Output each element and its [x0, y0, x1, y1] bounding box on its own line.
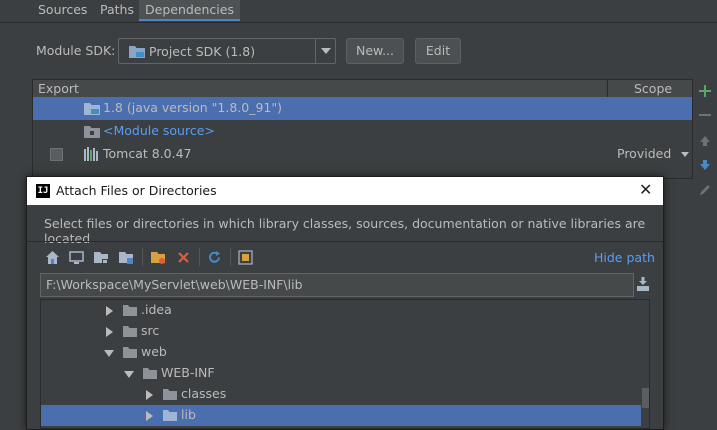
table-row[interactable]: 1.8 (java version "1.8.0_91") [33, 97, 692, 120]
folder-icon [123, 347, 137, 358]
move-up-icon[interactable] [698, 134, 712, 148]
module-sdk-value: Project SDK (1.8) [149, 44, 256, 59]
dependency-label: 1.8 (java version "1.8.0_91") [103, 100, 282, 115]
table-header: Export Scope [33, 80, 692, 98]
toolbar-separator [230, 248, 231, 266]
export-checkbox[interactable] [50, 148, 63, 161]
collapse-arrow-icon[interactable] [124, 371, 134, 378]
dialog-title-bar: IJ Attach Files or Directories ✕ [27, 177, 663, 205]
scope-value[interactable]: Provided [617, 143, 671, 165]
close-icon[interactable]: ✕ [639, 182, 652, 198]
edit-icon[interactable] [698, 183, 712, 197]
scrollbar-thumb[interactable] [642, 388, 649, 408]
collapse-arrow-icon[interactable] [104, 350, 114, 357]
expand-arrow-icon[interactable] [106, 306, 113, 316]
tree-node[interactable]: web [41, 342, 641, 363]
table-row[interactable]: Tomcat 8.0.47 Provided [33, 143, 692, 166]
column-divider [607, 80, 608, 97]
dependency-label: Tomcat 8.0.47 [103, 146, 192, 161]
home-icon[interactable] [45, 250, 60, 265]
chevron-down-icon[interactable] [681, 152, 689, 157]
tree-node-label: classes [181, 386, 227, 401]
tab-paths[interactable]: Paths [94, 0, 140, 21]
tab-bar: Sources Paths Dependencies [0, 0, 717, 23]
intellij-logo-icon: IJ [36, 184, 50, 198]
module-sdk-label: Module SDK: [36, 43, 116, 58]
tree-node[interactable]: .idea [41, 300, 641, 321]
expand-arrow-icon[interactable] [106, 327, 113, 337]
expand-arrow-icon[interactable] [146, 390, 153, 400]
tree-node[interactable]: WEB-INF [41, 363, 641, 384]
tree-scrollbar[interactable] [641, 300, 649, 428]
tab-dependencies[interactable]: Dependencies [139, 0, 240, 21]
remove-icon[interactable] [698, 108, 712, 122]
download-icon[interactable] [636, 276, 650, 292]
tree-node[interactable]: src [41, 321, 641, 342]
tree-node-label: .idea [141, 302, 172, 317]
attach-files-dialog: IJ Attach Files or Directories ✕ Select … [26, 176, 664, 430]
folder-icon [163, 410, 177, 421]
dropdown-separator [315, 39, 316, 63]
library-icon [84, 147, 98, 161]
divider [27, 241, 663, 242]
refresh-icon[interactable] [207, 250, 222, 265]
move-down-icon[interactable] [698, 158, 712, 172]
file-tree[interactable]: .idea src web WEB-INF classes lib [40, 299, 650, 429]
show-hidden-icon[interactable] [238, 250, 253, 265]
module-folder-icon[interactable] [119, 250, 134, 265]
scope-column-header[interactable]: Scope [634, 81, 672, 96]
tab-sources[interactable]: Sources [32, 0, 93, 21]
tree-node-label: web [141, 344, 167, 359]
chevron-down-icon [321, 48, 331, 54]
table-row[interactable]: <Module source> [33, 120, 692, 143]
path-input[interactable]: F:\Workspace\MyServlet\web\WEB-INF\lib [40, 273, 634, 297]
toolbar-separator [142, 248, 143, 266]
add-icon[interactable] [698, 84, 712, 98]
hide-path-link[interactable]: Hide path [594, 250, 655, 265]
folder-icon [143, 368, 157, 379]
tree-node-label: lib [181, 407, 196, 422]
tree-node[interactable]: lib [41, 405, 641, 426]
folder-icon [123, 326, 137, 337]
expand-arrow-icon[interactable] [146, 411, 153, 421]
jdk-folder-icon [84, 103, 100, 115]
tree-node-label: src [141, 323, 160, 338]
folder-icon [123, 305, 137, 316]
dialog-title: Attach Files or Directories [56, 183, 217, 198]
toolbar-separator [199, 248, 200, 266]
edit-sdk-button[interactable]: Edit [415, 38, 461, 64]
module-sdk-dropdown[interactable]: Project SDK (1.8) [118, 38, 336, 64]
module-source-folder-icon [84, 126, 100, 138]
new-folder-icon[interactable] [151, 250, 166, 265]
desktop-icon[interactable] [69, 250, 84, 265]
tree-node[interactable]: classes [41, 384, 641, 405]
project-folder-icon[interactable] [94, 250, 109, 265]
new-sdk-button[interactable]: New... [346, 38, 404, 64]
dependencies-table[interactable]: Export Scope 1.8 (java version "1.8.0_91… [32, 79, 693, 179]
tree-node-label: WEB-INF [161, 365, 215, 380]
sdk-folder-icon [129, 46, 145, 58]
delete-icon[interactable] [176, 250, 191, 265]
dependency-label: <Module source> [103, 123, 215, 138]
folder-icon [163, 389, 177, 400]
export-column-header[interactable]: Export [38, 81, 79, 96]
